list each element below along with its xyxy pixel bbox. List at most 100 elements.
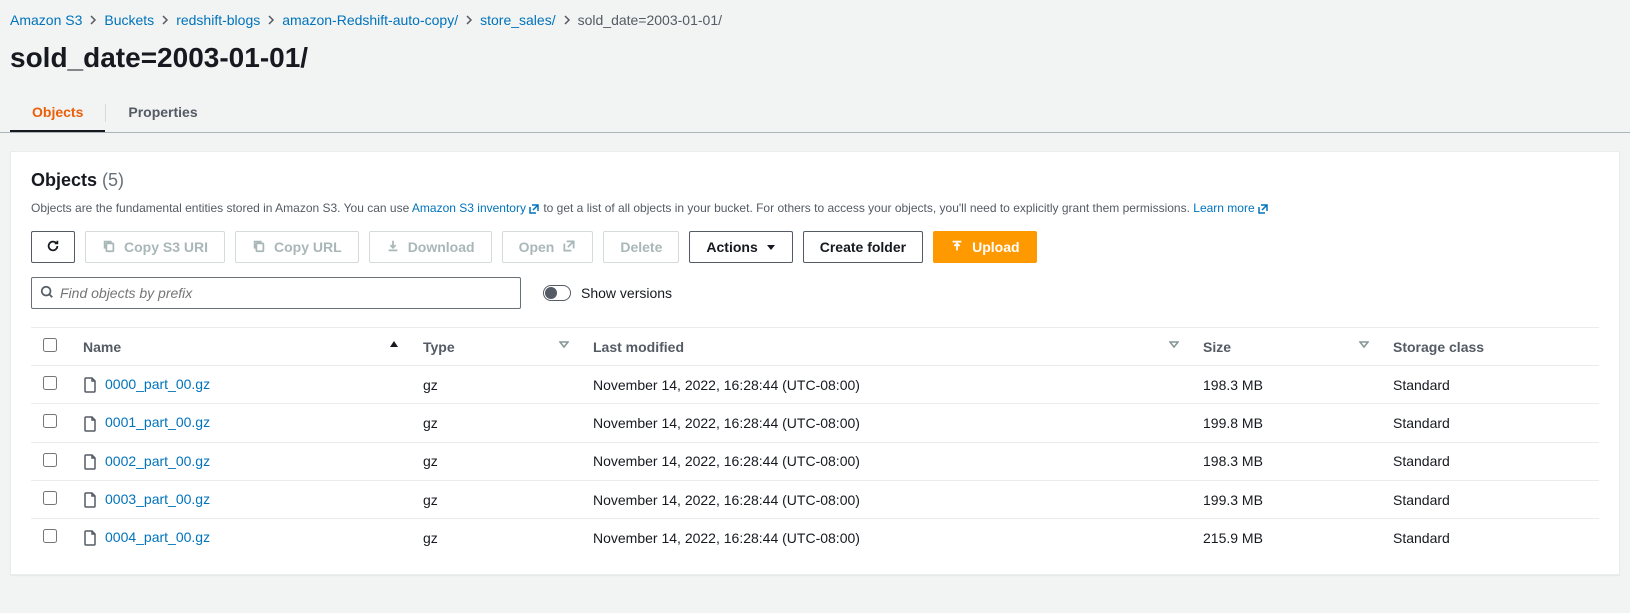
object-link[interactable]: 0003_part_00.gz <box>105 491 210 507</box>
panel-desc-text: Objects are the fundamental entities sto… <box>31 201 412 215</box>
cell-size: 199.3 MB <box>1191 480 1381 518</box>
button-label: Open <box>519 239 555 255</box>
download-button[interactable]: Download <box>369 231 492 263</box>
external-link-icon <box>1257 203 1269 215</box>
panel-desc-text: to get a list of all objects in your buc… <box>543 201 1193 215</box>
chevron-right-icon <box>160 12 170 28</box>
button-label: Delete <box>620 239 662 255</box>
object-link[interactable]: 0004_part_00.gz <box>105 529 210 545</box>
column-type[interactable]: Type <box>411 328 581 366</box>
chevron-right-icon <box>562 12 572 28</box>
search-icon <box>40 285 54 302</box>
column-last-modified[interactable]: Last modified <box>581 328 1191 366</box>
tab-objects[interactable]: Objects <box>10 94 105 132</box>
show-versions-label: Show versions <box>581 285 672 301</box>
cell-type: gz <box>411 442 581 480</box>
cell-storage-class: Standard <box>1381 366 1599 404</box>
breadcrumb: Amazon S3 Buckets redshift-blogs amazon-… <box>0 0 1630 34</box>
row-checkbox[interactable] <box>43 491 57 505</box>
cell-storage-class: Standard <box>1381 442 1599 480</box>
actions-button[interactable]: Actions <box>689 231 792 263</box>
cell-size: 199.8 MB <box>1191 404 1381 442</box>
object-link[interactable]: 0002_part_00.gz <box>105 453 210 469</box>
chevron-right-icon <box>266 12 276 28</box>
button-label: Actions <box>706 239 757 255</box>
page-title: sold_date=2003-01-01/ <box>0 34 1630 94</box>
button-label: Create folder <box>820 239 906 255</box>
objects-panel: Objects (5) Objects are the fundamental … <box>10 151 1620 575</box>
upload-button[interactable]: Upload <box>933 231 1036 263</box>
refresh-button[interactable] <box>31 231 75 263</box>
object-link[interactable]: 0000_part_00.gz <box>105 376 210 392</box>
chevron-right-icon <box>464 12 474 28</box>
copy-url-button[interactable]: Copy URL <box>235 231 359 263</box>
refresh-icon <box>46 239 60 256</box>
column-size[interactable]: Size <box>1191 328 1381 366</box>
table-row: 0003_part_00.gzgzNovember 14, 2022, 16:2… <box>31 480 1599 518</box>
table-header-row: Name Type Last modified Size Storage cla… <box>31 328 1599 366</box>
file-icon <box>83 377 97 393</box>
breadcrumb-link[interactable]: store_sales/ <box>480 12 555 28</box>
show-versions-toggle-group: Show versions <box>543 285 672 301</box>
copy-s3-uri-button[interactable]: Copy S3 URI <box>85 231 225 263</box>
inventory-link[interactable]: Amazon S3 inventory <box>412 201 540 215</box>
sort-icon <box>1359 339 1369 349</box>
cell-last-modified: November 14, 2022, 16:28:44 (UTC-08:00) <box>581 480 1191 518</box>
show-versions-toggle[interactable] <box>543 285 571 301</box>
table-row: 0002_part_00.gz gzNovember 14, 2022, 16:2… <box>31 442 1599 480</box>
sort-icon <box>1169 339 1179 349</box>
cell-type: gz <box>411 404 581 442</box>
row-checkbox[interactable] <box>43 529 57 543</box>
row-checkbox[interactable] <box>43 414 57 428</box>
copy-icon <box>102 239 116 256</box>
search-input[interactable] <box>60 285 512 301</box>
cell-last-modified: November 14, 2022, 16:28:44 (UTC-08:00) <box>581 366 1191 404</box>
breadcrumb-link[interactable]: Amazon S3 <box>10 12 82 28</box>
learn-more-link[interactable]: Learn more <box>1193 201 1268 215</box>
cell-type: gz <box>411 366 581 404</box>
tab-properties[interactable]: Properties <box>106 94 219 132</box>
search-box[interactable] <box>31 277 521 309</box>
filter-row: Show versions <box>31 277 1599 309</box>
object-link[interactable]: 0001_part_00.gz <box>105 414 210 430</box>
file-icon <box>83 416 97 432</box>
cell-last-modified: November 14, 2022, 16:28:44 (UTC-08:00) <box>581 442 1191 480</box>
column-label: Type <box>423 339 455 355</box>
row-checkbox[interactable] <box>43 453 57 467</box>
cell-last-modified: November 14, 2022, 16:28:44 (UTC-08:00) <box>581 404 1191 442</box>
row-checkbox[interactable] <box>43 376 57 390</box>
sort-asc-icon <box>389 339 399 349</box>
panel-title-text: Objects <box>31 170 97 190</box>
breadcrumb-link[interactable]: redshift-blogs <box>176 12 260 28</box>
cell-size: 198.3 MB <box>1191 442 1381 480</box>
button-label: Upload <box>972 239 1019 255</box>
breadcrumb-current: sold_date=2003-01-01/ <box>578 12 722 28</box>
caret-down-icon <box>766 242 776 252</box>
panel-description: Objects are the fundamental entities sto… <box>31 199 1599 217</box>
cell-storage-class: Standard <box>1381 480 1599 518</box>
download-icon <box>386 239 400 256</box>
column-label: Name <box>83 339 121 355</box>
copy-icon <box>252 239 266 256</box>
column-label: Storage class <box>1393 339 1484 355</box>
external-link-icon <box>528 203 540 215</box>
select-all-header <box>31 328 71 366</box>
upload-icon <box>950 239 964 256</box>
button-label: Copy URL <box>274 239 342 255</box>
select-all-checkbox[interactable] <box>43 338 57 352</box>
cell-storage-class: Standard <box>1381 404 1599 442</box>
button-label: Download <box>408 239 475 255</box>
cell-type: gz <box>411 519 581 557</box>
breadcrumb-link[interactable]: Buckets <box>104 12 154 28</box>
panel-count: (5) <box>102 170 124 190</box>
create-folder-button[interactable]: Create folder <box>803 231 923 263</box>
open-button[interactable]: Open <box>502 231 594 263</box>
column-name[interactable]: Name <box>71 328 411 366</box>
external-link-icon <box>562 239 576 256</box>
column-storage-class[interactable]: Storage class <box>1381 328 1599 366</box>
delete-button[interactable]: Delete <box>603 231 679 263</box>
column-label: Last modified <box>593 339 684 355</box>
column-label: Size <box>1203 339 1231 355</box>
sort-icon <box>559 339 569 349</box>
breadcrumb-link[interactable]: amazon-Redshift-auto-copy/ <box>282 12 458 28</box>
